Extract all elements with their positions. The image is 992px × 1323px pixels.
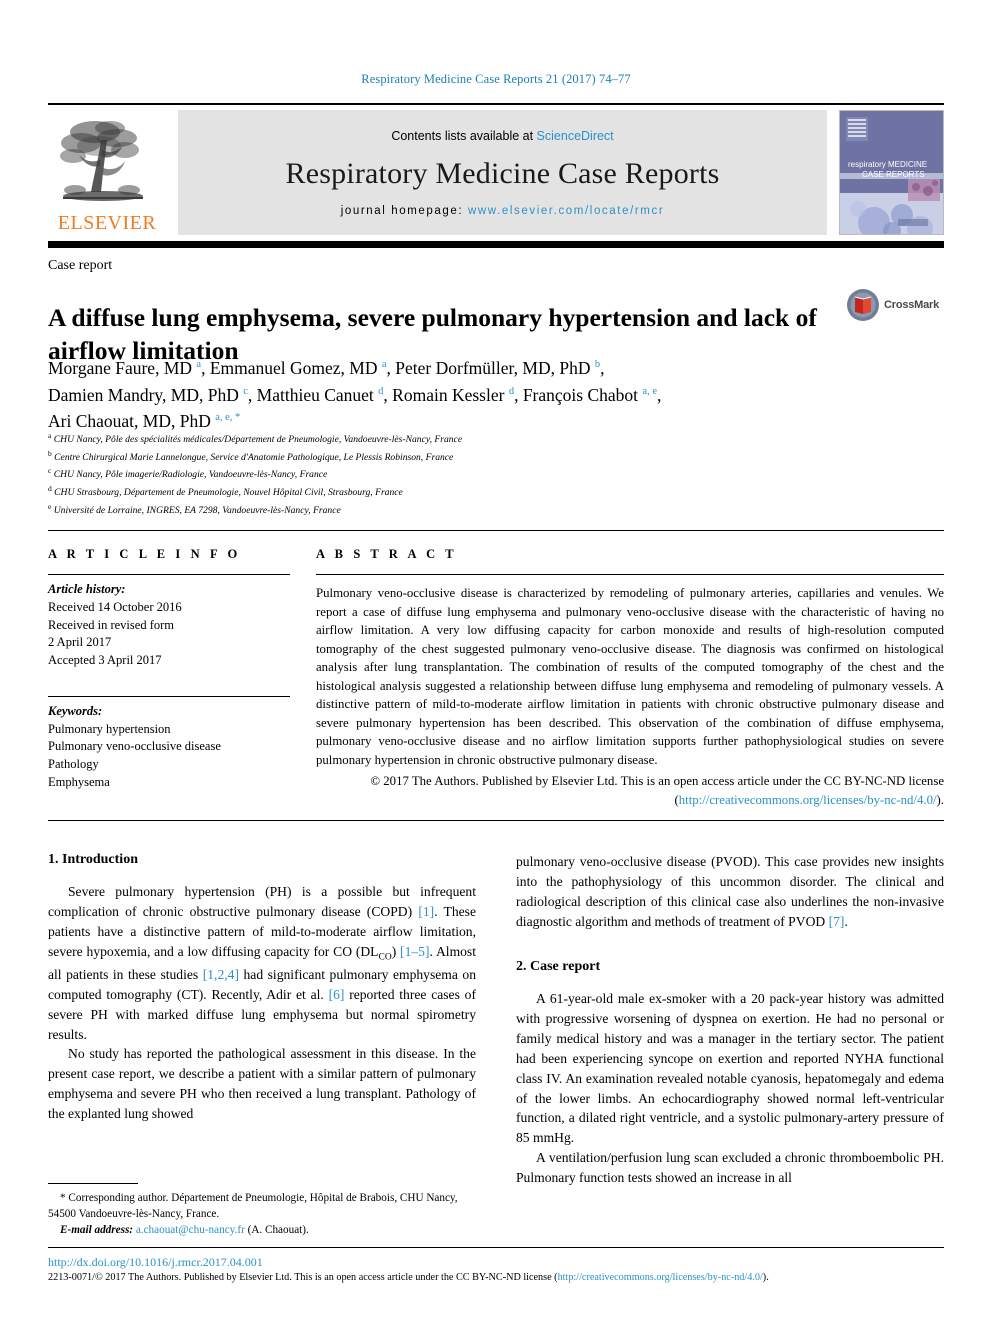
affiliation-text: Centre Chirurgical Marie Lannelongue, Se… xyxy=(54,451,454,463)
body-column-right: pulmonary veno-occlusive disease (PVOD).… xyxy=(516,852,944,1188)
article-type-label: Case report xyxy=(48,258,113,273)
affiliation-mark: d xyxy=(48,484,52,494)
section-heading-introduction: 1. Introduction xyxy=(48,852,138,867)
history-line: Received in revised form xyxy=(48,617,174,632)
affiliation-mark: c xyxy=(48,466,52,476)
affiliation-list: a CHU Nancy, Pôle des spécialités médica… xyxy=(48,430,748,519)
citation-ref[interactable]: [1] xyxy=(418,904,434,919)
affiliation-text: CHU Strasbourg, Département de Pneumolog… xyxy=(54,487,403,499)
footnote-corresponding-text: Corresponding author. Département de Pne… xyxy=(48,1192,458,1220)
issn-copyright-line: 2213-0071/© 2017 The Authors. Published … xyxy=(48,1271,944,1285)
running-head: Respiratory Medicine Case Reports 21 (20… xyxy=(361,72,631,86)
affiliation-mark: b xyxy=(48,448,52,458)
body-columns: 1. Introduction Severe pulmonary hyperte… xyxy=(48,852,944,1188)
crossmark-icon xyxy=(847,289,879,321)
article-info-abstract-box: A R T I C L E I N F O Article history: R… xyxy=(48,530,944,810)
elsevier-wordmark: ELSEVIER xyxy=(57,212,157,234)
email-link[interactable]: a.chaouat@chu-nancy.fr xyxy=(136,1224,245,1236)
abstract-heading: A B S T R A C T xyxy=(316,547,458,561)
citation-ref[interactable]: [1–5] xyxy=(400,944,429,959)
intro-paragraph-2: No study has reported the pathological a… xyxy=(48,1046,476,1122)
keyword-item: Pathology xyxy=(48,757,99,771)
abstract-column: A B S T R A C T Pulmonary veno-occlusive… xyxy=(316,547,944,810)
keywords-block: Keywords: Pulmonary hypertension Pulmona… xyxy=(48,697,290,792)
abstract-copyright: © 2017 The Authors. Published by Elsevie… xyxy=(316,772,944,809)
affiliation-item: e Université de Lorraine, INGRES, EA 729… xyxy=(48,501,748,519)
masthead-body: ELSEVIER Contents lists available at Sci… xyxy=(48,110,944,235)
footer-license-link[interactable]: http://creativecommons.org/licenses/by-n… xyxy=(558,1272,763,1283)
page-footer: http://dx.doi.org/10.1016/j.rmcr.2017.04… xyxy=(48,1247,944,1285)
crossmark-label: CrossMark xyxy=(884,299,940,311)
masthead-bottom-rule xyxy=(48,241,944,248)
copyright-suffix: ). xyxy=(936,793,944,808)
issn-suffix: ). xyxy=(762,1272,769,1284)
article-info-heading: A R T I C L E I N F O xyxy=(48,547,241,561)
contents-prefix: Contents lists available at xyxy=(391,128,537,143)
svg-text:respiratory MEDICINE: respiratory MEDICINE xyxy=(848,160,927,169)
citation-ref[interactable]: [1,2,4] xyxy=(203,967,239,982)
keyword-item: Emphysema xyxy=(48,774,110,789)
keyword-item: Pulmonary veno-occlusive disease xyxy=(48,739,221,754)
journal-cover-thumbnail: respiratory MEDICINE CASE REPORTS xyxy=(839,110,944,235)
sciencedirect-link[interactable]: ScienceDirect xyxy=(537,129,614,143)
license-link[interactable]: http://creativecommons.org/licenses/by-n… xyxy=(679,793,937,807)
footnote-email: E-mail address: a.chaouat@chu-nancy.fr (… xyxy=(48,1223,476,1239)
history-line: Accepted 3 April 2017 xyxy=(48,653,162,667)
doi-link[interactable]: http://dx.doi.org/10.1016/j.rmcr.2017.04… xyxy=(48,1255,263,1269)
issn-text: 2213-0071/© 2017 The Authors. Published … xyxy=(48,1272,558,1284)
contents-list-line: Contents lists available at ScienceDirec… xyxy=(391,129,613,143)
intro-paragraph-1: Severe pulmonary hypertension (PH) is a … xyxy=(48,884,477,1042)
article-history-block: Article history: Received 14 October 201… xyxy=(48,575,290,670)
svg-text:CASE REPORTS: CASE REPORTS xyxy=(862,170,925,179)
article-history-label: Article history: xyxy=(48,582,126,596)
history-line: Received 14 October 2016 xyxy=(48,599,182,614)
article-info-column: A R T I C L E I N F O Article history: R… xyxy=(48,547,316,810)
doi-link-wrapper[interactable]: http://dx.doi.org/10.1016/j.rmcr.2017.04… xyxy=(48,1254,944,1270)
affiliation-text: CHU Nancy, Pôle imagerie/Radiologie, Van… xyxy=(53,469,328,481)
case-paragraph-2: A ventilation/perfusion lung scan exclud… xyxy=(516,1150,944,1185)
affiliation-mark: a xyxy=(48,431,52,440)
journal-cover-art: respiratory MEDICINE CASE REPORTS xyxy=(840,111,943,234)
journal-band: Contents lists available at ScienceDirec… xyxy=(178,110,827,235)
author-list: Morgane Faure, MD a, Emmanuel Gomez, MD … xyxy=(48,358,662,432)
journal-homepage-link[interactable]: www.elsevier.com/locate/rmcr xyxy=(468,205,664,217)
body-column-left: 1. Introduction Severe pulmonary hyperte… xyxy=(48,852,476,1188)
history-line: 2 April 2017 xyxy=(48,635,112,650)
footnote-corresponding: * Corresponding author. Département de P… xyxy=(48,1191,476,1223)
keywords-label: Keywords: xyxy=(48,703,103,718)
email-label: E-mail address: xyxy=(60,1223,134,1236)
footer-rule xyxy=(48,1247,944,1248)
article-page: Respiratory Medicine Case Reports 21 (20… xyxy=(0,0,992,1323)
journal-homepage-line: journal homepage: www.elsevier.com/locat… xyxy=(341,205,665,217)
abstract-text: Pulmonary veno-occlusive disease is char… xyxy=(316,586,944,767)
crossmark-badge[interactable]: CrossMark xyxy=(846,288,939,322)
affiliation-item: d CHU Strasbourg, Département de Pneumol… xyxy=(48,483,748,501)
case-paragraph-1: A 61-year-old male ex-smoker with a 20 p… xyxy=(516,991,944,1146)
affiliation-text: Université de Lorraine, INGRES, EA 7298,… xyxy=(53,505,341,517)
keyword-item: Pulmonary hypertension xyxy=(48,721,171,736)
affiliation-item: a CHU Nancy, Pôle des spécialités médica… xyxy=(48,430,748,448)
journal-title: Respiratory Medicine Case Reports xyxy=(285,156,720,190)
elsevier-logo: ELSEVIER xyxy=(48,110,166,235)
corresponding-author-footnote: * Corresponding author. Département de P… xyxy=(48,1183,476,1239)
affiliation-text: CHU Nancy, Pôle des spécialités médicale… xyxy=(53,434,463,446)
intro-continued-paragraph: pulmonary veno-occlusive disease (PVOD).… xyxy=(516,854,944,929)
infobox-bottom-rule xyxy=(48,820,944,821)
affiliation-item: b Centre Chirurgical Marie Lannelongue, … xyxy=(48,448,748,466)
footnote-rule xyxy=(48,1183,138,1184)
citation-ref[interactable]: [6] xyxy=(329,987,345,1002)
affiliation-mark: e xyxy=(48,501,52,511)
affiliation-item: c CHU Nancy, Pôle imagerie/Radiologie, V… xyxy=(48,465,748,483)
citation-ref[interactable]: [7] xyxy=(829,914,845,929)
elsevier-tree-icon xyxy=(60,121,143,201)
email-suffix: (A. Chaouat). xyxy=(244,1223,309,1236)
homepage-prefix: journal homepage: xyxy=(340,204,468,217)
masthead-top-rule xyxy=(48,103,944,105)
section-heading-case-report: 2. Case report xyxy=(516,959,601,975)
journal-masthead: ELSEVIER Contents lists available at Sci… xyxy=(48,103,944,248)
